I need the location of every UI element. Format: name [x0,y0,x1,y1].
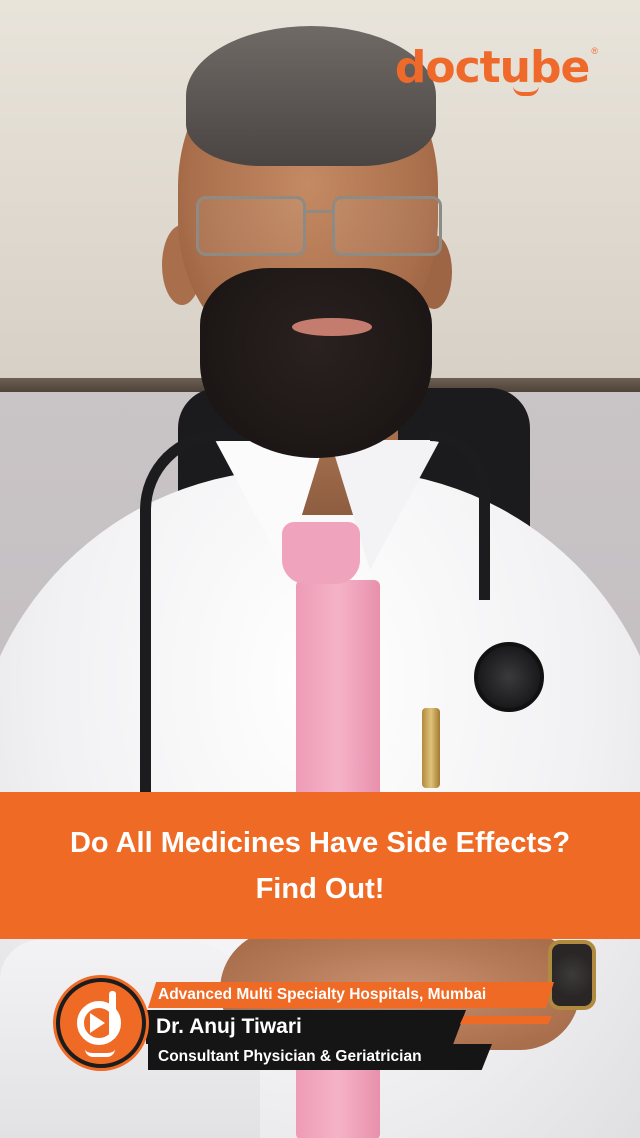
video-title-line-1: Do All Medicines Have Side Effects? [69,826,571,859]
hospital-bar: Advanced Multi Specialty Hospitals, Mumb… [148,982,554,1008]
doctor-role: Consultant Physician & Geriatrician [158,1048,422,1065]
tie-knot [282,522,360,584]
video-frame[interactable]: doctube ® Do All Medicines Have Side Eff… [0,0,640,1138]
stethoscope-chest-piece [474,642,544,712]
badge-glyph [71,991,131,1057]
doctor-name: Dr. Anuj Tiwari [156,1015,302,1038]
lens-left [196,196,306,256]
hospital-name: Advanced Multi Specialty Hospitals, Mumb… [158,986,487,1003]
play-icon [90,1013,105,1033]
stethoscope-left [140,430,260,810]
badge-d-stem [109,991,116,1039]
eyeglasses [192,188,448,264]
doctube-play-badge-icon [56,978,146,1068]
doctube-logo: doctube ® [395,40,598,96]
pocket-pen [422,708,440,788]
video-background [0,0,640,1138]
registered-mark: ® [591,46,598,56]
doctor-mouth [292,318,372,336]
logo-wordmark: doctube [394,42,591,93]
doctor-role-bar: Consultant Physician & Geriatrician [148,1044,492,1070]
glasses-bridge [304,210,334,213]
lens-right [332,196,442,256]
doctor-name-bar: Dr. Anuj Tiwari [146,1010,466,1044]
title-banner: Do All Medicines Have Side Effects? Find… [0,792,640,939]
name-accent-stripe [460,1016,552,1024]
video-title-line-2: Find Out! [255,872,385,905]
doctor-lower-third: Advanced Multi Specialty Hospitals, Mumb… [48,970,568,1080]
badge-smile-icon [85,1049,115,1057]
doctor-beard [200,268,432,458]
